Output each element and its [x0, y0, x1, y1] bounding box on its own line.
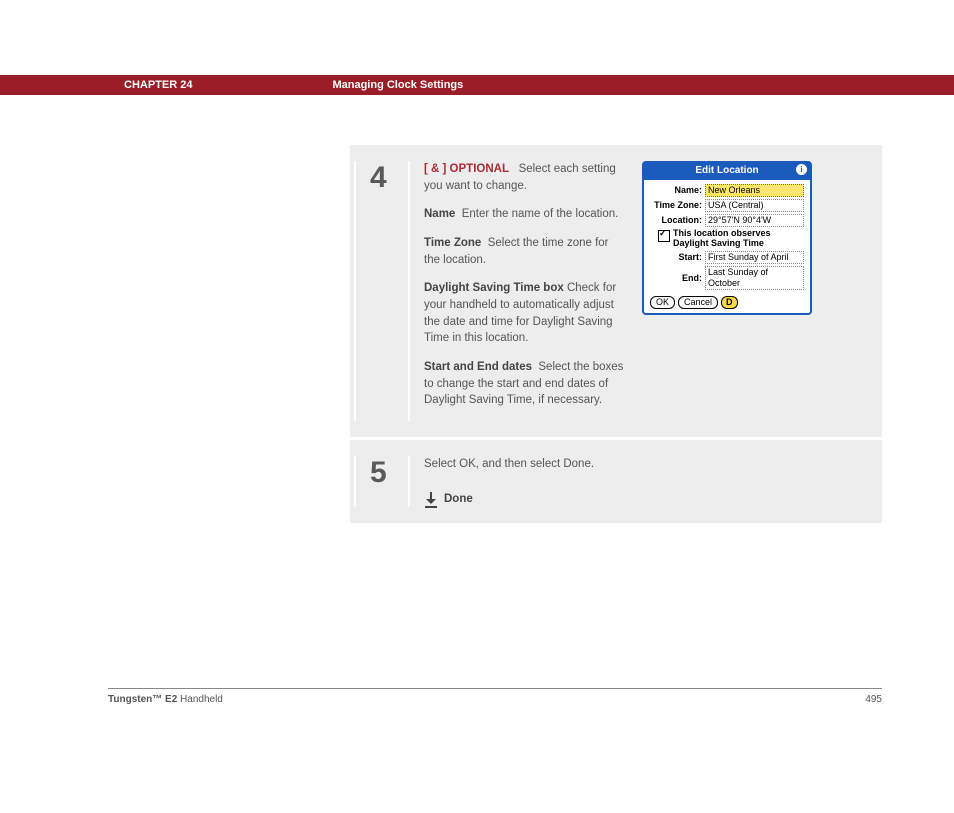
end-label: End: [650, 272, 702, 285]
dialog-title: Edit Location [695, 164, 758, 179]
step-text: [ & ] OPTIONAL Select each setting you w… [424, 161, 624, 421]
step-instruction: Select OK, and then select Done. [424, 456, 864, 473]
edit-location-dialog: Edit Location i Name: New Orleans Time Z… [642, 161, 812, 315]
name-field[interactable]: New Orleans [705, 184, 804, 197]
step-number: 5 [354, 456, 394, 507]
step-4: 4 [ & ] OPTIONAL Select each setting you… [350, 145, 882, 440]
checkbox-icon[interactable] [658, 230, 670, 242]
done-arrow-icon [424, 492, 438, 506]
name-label: Name: [650, 184, 702, 197]
info-icon[interactable]: i [796, 164, 807, 175]
step-text: Select OK, and then select Done. Done [424, 456, 864, 507]
optional-badge: [ & ] OPTIONAL [424, 163, 509, 175]
location-label: Location: [650, 214, 702, 227]
dst-checkbox-row[interactable]: This location observes Daylight Saving T… [658, 229, 804, 249]
page-number: 495 [865, 694, 882, 705]
step-5: 5 Select OK, and then select Done. Done [350, 440, 882, 523]
chapter-title: Managing Clock Settings [332, 79, 463, 91]
timezone-label: Time Zone: [650, 199, 702, 212]
help-button[interactable]: D [721, 296, 738, 309]
done-indicator: Done [424, 491, 864, 508]
ok-button[interactable]: OK [650, 296, 675, 309]
item-label: Daylight Saving Time box [424, 282, 564, 294]
product-name-bold: Tungsten™ E2 [108, 694, 177, 705]
item-label: Time Zone [424, 237, 481, 249]
product-name: Tungsten™ E2 Handheld [108, 694, 223, 705]
done-label: Done [444, 491, 473, 508]
cancel-button[interactable]: Cancel [678, 296, 718, 309]
step-number: 4 [354, 161, 394, 421]
steps-panel: 4 [ & ] OPTIONAL Select each setting you… [350, 145, 882, 523]
start-label: Start: [650, 251, 702, 264]
end-field[interactable]: Last Sunday of October [705, 266, 804, 290]
start-field[interactable]: First Sunday of April [705, 251, 804, 264]
item-label: Name [424, 208, 455, 220]
item-text: Enter the name of the location. [462, 208, 619, 220]
chapter-number: CHAPTER 24 [124, 79, 192, 91]
product-name-rest: Handheld [177, 694, 223, 705]
location-field[interactable]: 29°57'N 90°4'W [705, 214, 804, 227]
item-label: Start and End dates [424, 361, 532, 373]
dst-label: This location observes Daylight Saving T… [673, 229, 804, 249]
dialog-title-bar: Edit Location i [644, 163, 810, 180]
page-footer: Tungsten™ E2 Handheld 495 [108, 688, 882, 705]
chapter-header: CHAPTER 24 Managing Clock Settings [0, 75, 954, 95]
timezone-field[interactable]: USA (Central) [705, 199, 804, 212]
